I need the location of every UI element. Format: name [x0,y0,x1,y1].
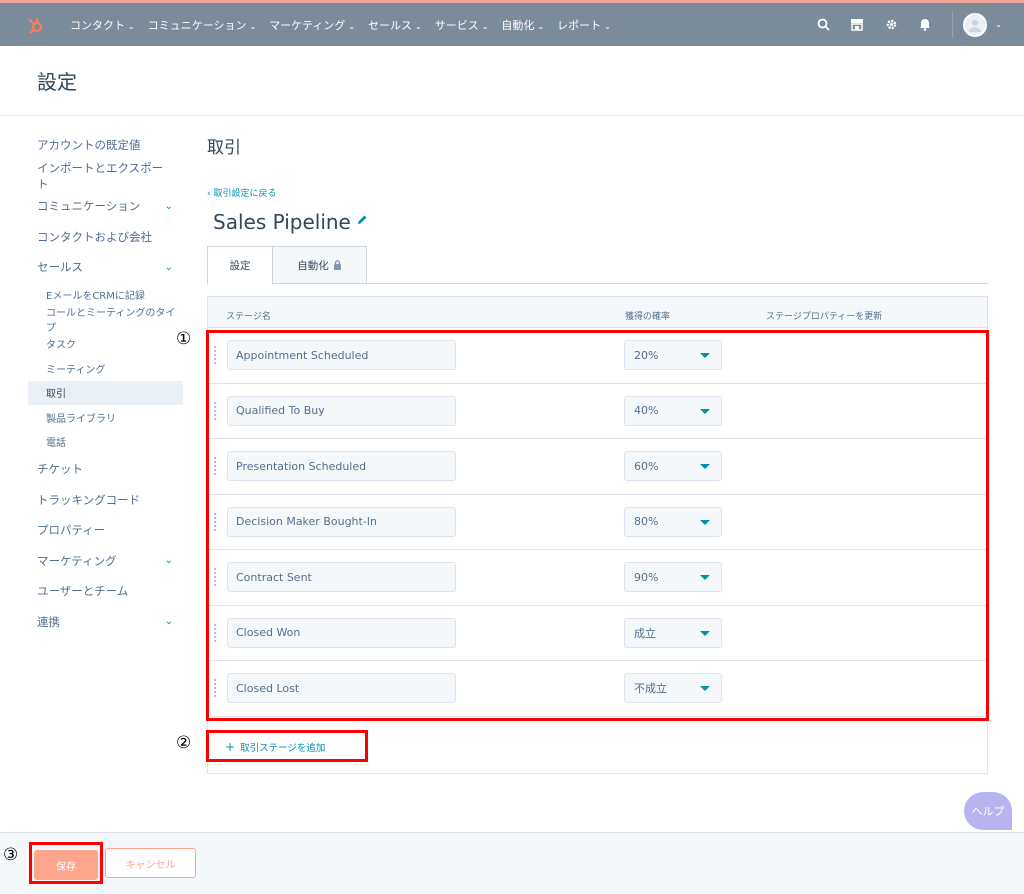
nav-item-3[interactable]: セールス ⌄ [368,17,422,33]
nav-item-2[interactable]: マーケティング ⌄ [269,17,355,33]
sidebar-item[interactable]: トラッキングコード [28,485,183,516]
sidebar-subitem[interactable]: 製品ライブラリ [28,405,183,430]
nav-item-4[interactable]: サービス ⌄ [435,17,489,33]
tab-settings[interactable]: 設定 [207,246,273,285]
cancel-button[interactable]: キャンセル [105,848,196,878]
nav-utilities: ⌄ [806,3,1002,46]
chevron-down-icon[interactable]: ⌄ [165,262,173,273]
nav-item-label: セールス [368,18,413,32]
table-header: ステージ名 獲得の確率 ステージプロパティーを更新 [208,297,987,328]
sidebar-subitem[interactable]: タスク [28,332,183,357]
sidebar-item[interactable]: インポートとエクスポート [28,161,183,192]
bell-icon[interactable] [908,18,942,31]
chevron-down-icon[interactable]: ⌄ [995,20,1002,29]
column-stage-name: ステージ名 [226,312,271,322]
marketplace-icon[interactable] [840,18,874,31]
page-title: 設定 [37,70,77,94]
column-probability: 獲得の確率 [625,312,671,322]
sidebar-item-label: マーケティング [37,553,117,568]
nav-item-1[interactable]: コミュニケーション ⌄ [148,17,256,33]
hubspot-logo-icon[interactable] [0,15,70,35]
sidebar-subitem[interactable]: 電話 [28,430,183,455]
sidebar-item[interactable]: コンタクトおよび会社 [28,222,183,253]
annotation-one: ① [176,329,192,349]
nav-item-label: コミュニケーション [147,18,247,32]
settings-sidebar: アカウントの既定値インポートとエクスポートコミュニケーション ⌄ コンタクトおよび会… [28,130,183,637]
lock-icon [333,260,342,270]
sidebar-item[interactable]: コミュニケーション ⌄ [28,191,183,222]
chevron-down-icon[interactable]: ⌄ [165,201,173,212]
sidebar-item-label: ユーザーとチーム [37,584,129,599]
gear-icon[interactable] [874,18,908,31]
pipeline-name: Sales Pipeline [213,210,351,234]
nav-item-5[interactable]: 自動化 ⌄ [501,17,544,33]
chevron-down-icon: ⌄ [249,21,257,31]
sidebar-item[interactable]: マーケティング ⌄ [28,546,183,577]
chevron-down-icon: ⌄ [348,21,356,31]
tab-automation-label: 自動化 [297,259,329,272]
back-to-deal-settings-link[interactable]: ‹ 取引設定に戻る [207,186,276,199]
help-button[interactable]: ヘルプ [964,792,1012,830]
page-header: 設定 [0,46,1024,116]
annotation-two: ② [176,733,192,753]
chevron-down-icon: ⌄ [537,21,545,31]
search-icon[interactable] [806,18,840,31]
sidebar-item-label: トラッキングコード [37,492,141,507]
avatar[interactable] [963,12,988,37]
sidebar-item-label: コミュニケーション [37,199,141,214]
sidebar-item-label: インポートとエクスポート [37,160,164,191]
sidebar-item[interactable]: 連携 ⌄ [28,607,183,638]
nav-item-label: コンタクト [70,18,125,32]
sidebar-item[interactable]: プロパティー [28,515,183,546]
sidebar-item-label: チケット [37,462,83,477]
sidebar-item[interactable]: アカウントの既定値 [28,130,183,161]
sidebar-item[interactable]: チケット [28,454,183,485]
sidebar-subitem[interactable]: ミーティング [28,356,183,381]
chevron-down-icon: ⌄ [128,21,135,31]
tab-automation[interactable]: 自動化 [273,246,367,284]
sidebar-item-label: コンタクトおよび会社 [37,229,152,244]
sidebar-subitem[interactable]: 取引 [28,380,183,405]
chevron-down-icon[interactable]: ⌄ [165,555,173,566]
nav-item-0[interactable]: コンタクト ⌄ [70,17,135,33]
chevron-down-icon: ⌄ [415,21,422,31]
save-button[interactable]: 保存 [34,850,98,880]
sidebar-item[interactable]: ユーザーとチーム [28,576,183,607]
chevron-down-icon: ⌄ [481,21,489,31]
sidebar-item[interactable]: セールス ⌄ [28,252,183,283]
chevron-down-icon: ⌄ [604,21,611,31]
nav-item-6[interactable]: レポート ⌄ [557,17,611,33]
sidebar-item-label: 連携 [37,614,60,629]
nav-item-label: マーケティング [269,18,346,32]
chevron-down-icon[interactable]: ⌄ [165,616,173,627]
sidebar-subitem[interactable]: コールとミーティングのタイプ [28,307,183,334]
sidebar-item-label: セールス [37,260,83,275]
nav-menu: コンタクト ⌄ コミュニケーション ⌄ マーケティング ⌄ セールス ⌄ サービス ⌄ 自動化 ⌄ レポ… [70,17,624,33]
tab-bar: 設定 自動化 [207,246,988,285]
annotation-three: ③ [3,845,19,865]
nav-item-label: 自動化 [501,18,535,32]
nav-divider [952,11,954,38]
column-update-property: ステージプロパティーを更新 [766,312,883,322]
nav-item-label: レポート [557,18,602,32]
sidebar-item-label: プロパティー [37,523,106,538]
nav-item-label: サービス [434,18,479,32]
sidebar-item-label: アカウントの既定値 [37,138,141,153]
top-navigation: コンタクト ⌄ コミュニケーション ⌄ マーケティング ⌄ セールス ⌄ サービス ⌄ 自動化 ⌄ レポ… [0,0,1024,46]
annotation-box-stages [206,330,989,721]
annotation-box-add-stage [206,730,368,762]
section-title: 取引 [207,138,241,158]
pencil-icon[interactable] [357,214,368,229]
